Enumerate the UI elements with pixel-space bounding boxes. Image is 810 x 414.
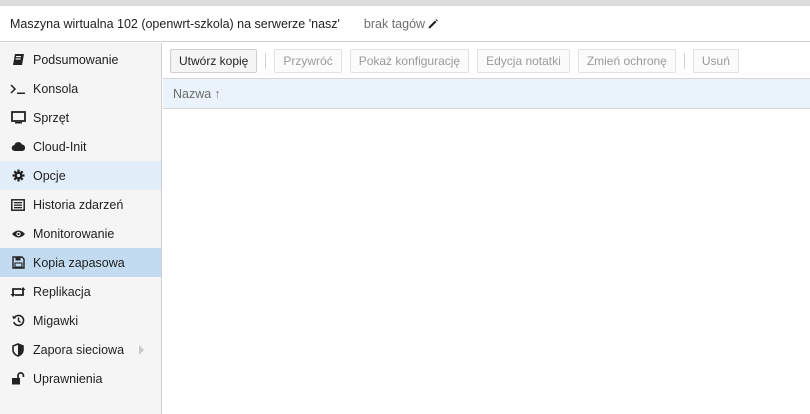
toolbar-separator	[265, 52, 267, 69]
toolbar: Utwórz kopię Przywróć Pokaż konfigurację…	[163, 43, 810, 79]
list-icon	[10, 198, 26, 212]
chevron-right-icon[interactable]	[139, 345, 144, 355]
sidebar-item-label: Uprawnienia	[33, 371, 103, 386]
grid-header: Nazwa ↑	[163, 79, 810, 109]
sidebar-item-console[interactable]: Konsola	[0, 74, 161, 103]
pencil-icon[interactable]	[427, 18, 439, 30]
eye-icon	[10, 227, 26, 241]
gear-icon	[10, 169, 26, 183]
book-icon	[10, 53, 26, 67]
sidebar-item-permissions[interactable]: Uprawnienia	[0, 364, 161, 393]
sidebar-item-backup[interactable]: Kopia zapasowa	[0, 248, 161, 277]
column-header-name[interactable]: Nazwa ↑	[173, 86, 221, 101]
sidebar-item-label: Replikacja	[33, 284, 91, 299]
title-bar: Maszyna wirtualna 102 (openwrt-szkola) n…	[0, 6, 810, 42]
edit-notes-button[interactable]: Edycja notatki	[477, 48, 570, 73]
show-configuration-button[interactable]: Pokaż konfigurację	[349, 48, 470, 73]
page-title: Maszyna wirtualna 102 (openwrt-szkola) n…	[10, 16, 340, 31]
sidebar-item-hardware[interactable]: Sprzęt	[0, 103, 161, 132]
sidebar-item-label: Podsumowanie	[33, 52, 119, 67]
tags-editor[interactable]: brak tagów	[364, 17, 439, 31]
monitor-icon	[10, 111, 26, 125]
sidebar-item-monitor[interactable]: Monitorowanie	[0, 219, 161, 248]
sidebar-item-replication[interactable]: Replikacja	[0, 277, 161, 306]
backup-panel: Utwórz kopię Przywróć Pokaż konfigurację…	[163, 43, 810, 414]
sidebar: Podsumowanie Konsola Sprzęt Cloud-Init O…	[0, 43, 162, 414]
change-protection-button[interactable]: Zmień ochronę	[577, 48, 676, 73]
sidebar-item-label: Sprzęt	[33, 110, 70, 125]
sort-ascending-icon: ↑	[214, 86, 221, 101]
sidebar-item-label: Konsola	[33, 81, 79, 96]
unlock-icon	[10, 372, 26, 386]
sidebar-item-label: Migawki	[33, 313, 79, 328]
sidebar-item-snapshots[interactable]: Migawki	[0, 306, 161, 335]
retweet-icon	[10, 285, 26, 299]
tags-label: brak tagów	[363, 16, 426, 31]
column-header-label: Nazwa	[173, 86, 212, 101]
remove-button[interactable]: Usuń	[692, 48, 739, 73]
sidebar-item-task-history[interactable]: Historia zdarzeń	[0, 190, 161, 219]
sidebar-item-label: Monitorowanie	[33, 226, 115, 241]
sidebar-item-label: Opcje	[33, 168, 66, 183]
shield-icon	[10, 342, 26, 357]
sidebar-item-label: Zapora sieciowa	[33, 342, 125, 357]
sidebar-item-label: Historia zdarzeń	[33, 197, 124, 212]
sidebar-item-firewall[interactable]: Zapora sieciowa	[0, 335, 161, 364]
sidebar-item-label: Cloud-Init	[33, 139, 87, 154]
history-icon	[10, 314, 26, 328]
floppy-icon	[10, 256, 26, 270]
terminal-icon	[10, 82, 26, 96]
cloud-icon	[10, 140, 26, 154]
sidebar-item-options[interactable]: Opcje	[0, 161, 161, 190]
sidebar-item-cloud-init[interactable]: Cloud-Init	[0, 132, 161, 161]
toolbar-separator	[683, 52, 685, 69]
create-backup-button[interactable]: Utwórz kopię	[170, 48, 258, 73]
sidebar-item-label: Kopia zapasowa	[33, 255, 125, 270]
sidebar-item-summary[interactable]: Podsumowanie	[0, 45, 161, 74]
restore-button[interactable]: Przywróć	[274, 48, 342, 73]
